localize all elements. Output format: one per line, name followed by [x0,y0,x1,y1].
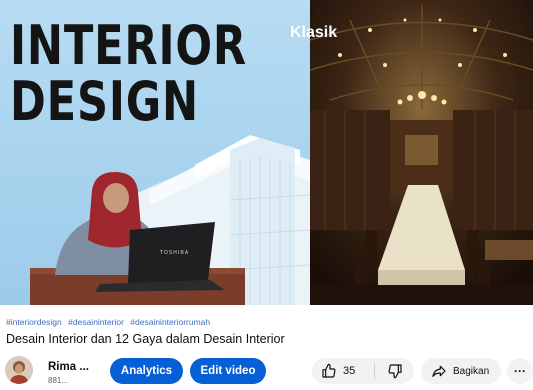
thumbnail-right-panel [310,0,533,305]
thumbnail-title-line1: INTERIOR [10,14,247,77]
video-player[interactable]: INTERIOR DESIGN TOSHIBA Klasik [0,0,533,305]
thumbs-up-icon [322,363,336,378]
thumbs-down-icon [388,364,402,379]
more-actions-button[interactable]: ··· [507,358,533,384]
like-dislike-group: 35 [312,358,414,384]
edit-video-button[interactable]: Edit video [190,358,266,384]
share-icon [432,365,446,377]
share-button[interactable]: Bagikan [421,358,501,384]
dislike-button[interactable] [375,358,414,384]
hashtag-row: #interiordesign #desaininterior #desaini… [6,317,214,327]
channel-avatar[interactable] [5,356,33,384]
like-count: 35 [343,365,356,377]
thumbnail-left-panel: INTERIOR DESIGN TOSHIBA [0,0,310,305]
video-title: Desain Interior dan 12 Gaya dalam Desain… [6,332,285,346]
thumbnail-title: INTERIOR DESIGN [10,18,247,130]
channel-name[interactable]: Rima ... [48,361,89,373]
analytics-button[interactable]: Analytics [110,358,183,384]
subscriber-count: 881... [48,376,69,385]
laptop-brand: TOSHIBA [160,250,190,256]
like-button[interactable]: 35 [312,358,374,384]
thumbnail-klasik-label: Klasik [290,24,338,41]
thumbnail-title-line2: DESIGN [10,70,199,133]
hashtag-link[interactable]: #desaininterior [68,317,124,327]
hashtag-link[interactable]: #interiordesign [6,317,62,327]
classic-dining-room-image [310,0,533,305]
more-icon: ··· [514,364,526,378]
hashtag-link[interactable]: #desaininteriorrumah [130,317,210,327]
share-label: Bagikan [453,365,490,377]
avatar-image [5,356,33,384]
